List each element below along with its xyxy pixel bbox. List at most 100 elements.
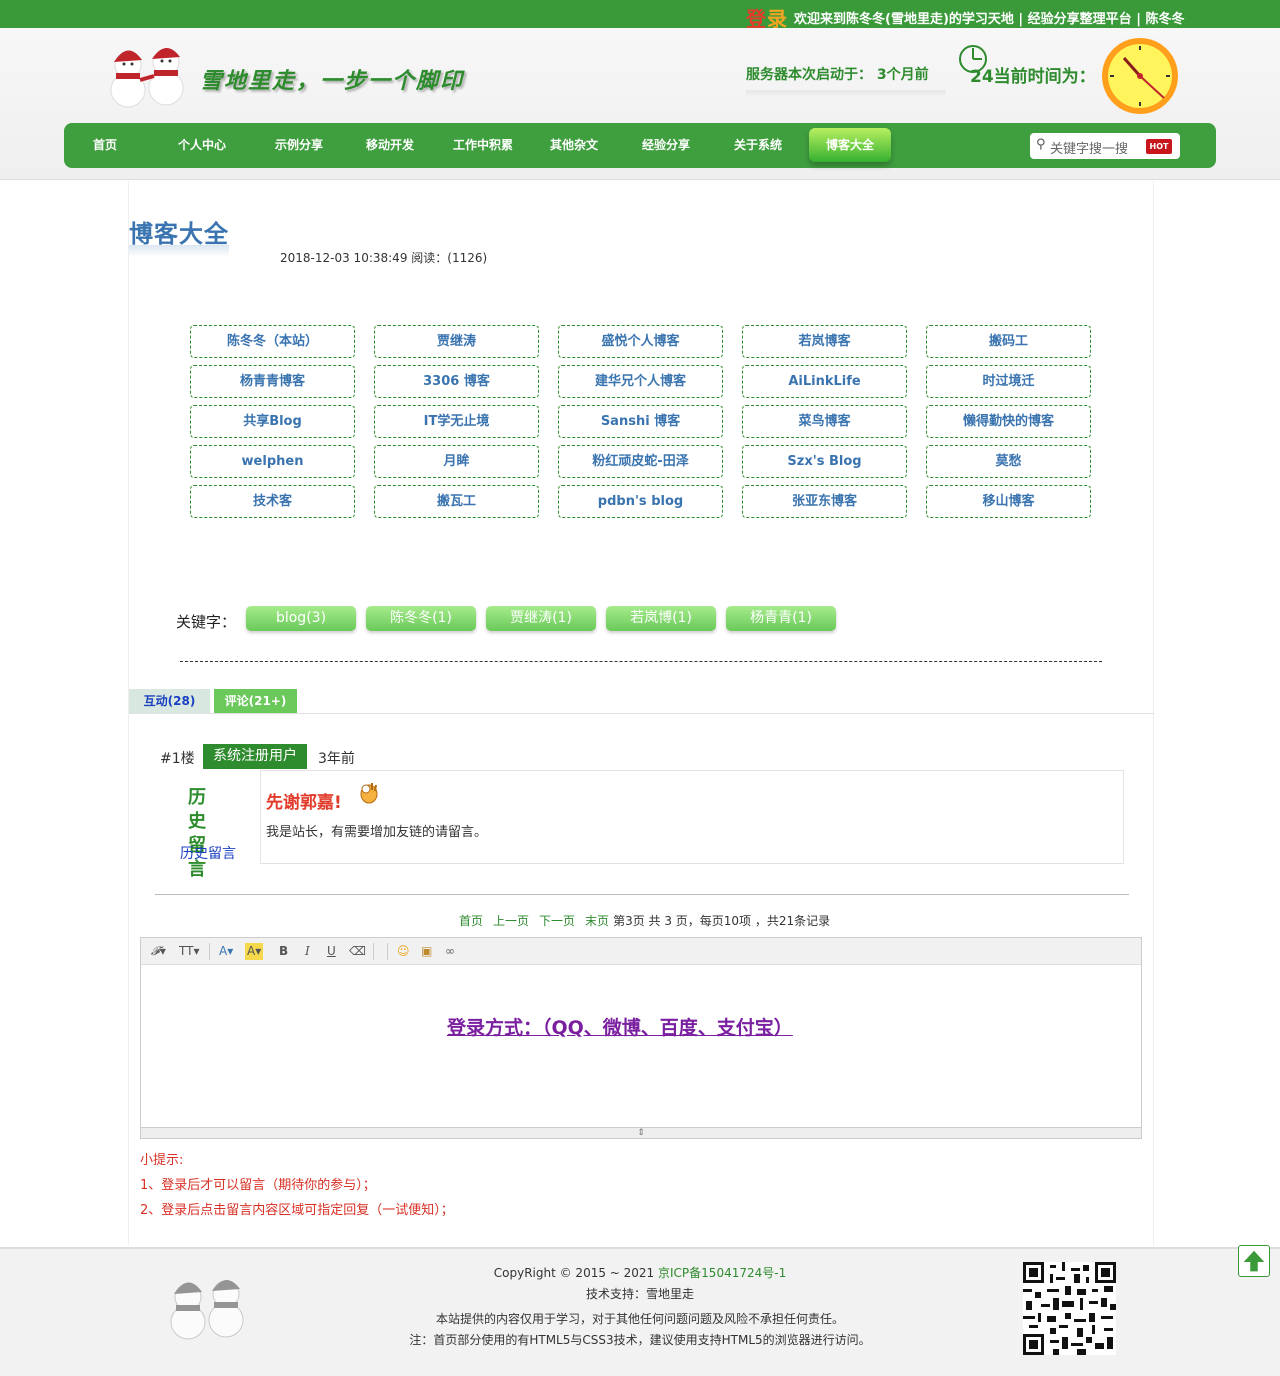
blog-link[interactable]: Sanshi 博客 [558,405,723,438]
blog-link[interactable]: 张亚东博客 [742,485,907,518]
blog-link[interactable]: 建华兄个人博客 [558,365,723,398]
toolbar-separator [387,943,388,960]
qr-code-icon [1023,1262,1116,1355]
article-meta: 2018-12-03 10:38:49 阅读：(1126) [280,251,488,265]
comment-box[interactable] [260,770,1124,864]
back-to-top-icon[interactable] [1238,1245,1270,1277]
emoji-icon[interactable]: ☺ [397,943,410,960]
avatar: 历史留言 [188,787,211,880]
blog-link[interactable]: welphen [190,445,355,478]
comment-title: 先谢郭嘉! [266,793,342,813]
link-icon[interactable]: ∞ [445,943,455,960]
blog-link[interactable]: 若岚博客 [742,325,907,358]
editor-content[interactable]: 登录方式：（QQ、微博、百度、支付宝） [141,965,1141,1127]
tab-interact[interactable]: 互动(28) [129,689,210,713]
keyword-tag[interactable]: 贾继涛(1) [486,606,596,631]
blog-link[interactable]: 技术客 [190,485,355,518]
tab-comments[interactable]: 评论(21+) [214,689,297,713]
title-reflection [129,245,229,257]
analog-clock-icon [1102,38,1178,114]
blog-link[interactable]: 粉红顽皮蛇-田泽 [558,445,723,478]
blog-link[interactable]: AiLinkLife [742,365,907,398]
highlight-icon[interactable]: A▾ [245,943,264,960]
image-icon[interactable]: ▣ [421,943,432,960]
search-icon: ⚲ [1036,137,1046,152]
blog-link[interactable]: IT学无止境 [374,405,539,438]
nav-mobile-dev[interactable]: 移动开发 [346,123,434,168]
keyword-tag[interactable]: 杨青青(1) [726,606,836,631]
search-box[interactable]: ⚲ 关键字搜一搜 HOT [1030,133,1180,159]
keyword-tag[interactable]: blog(3) [246,606,356,631]
hot-badge[interactable]: HOT [1146,139,1172,154]
page-first-link[interactable]: 首页 [459,914,483,928]
site-header: 雪地里走，一步一个脚印 服务器本次启动于： 3个月前 24当前时间为： 首页 个… [0,28,1280,180]
blog-link[interactable]: 搬瓦工 [374,485,539,518]
tips-title: 小提示: [140,1153,184,1168]
nav-work-notes[interactable]: 工作中积累 [438,123,528,168]
ok-hand-icon [360,783,378,804]
blog-link[interactable]: 搬码工 [926,325,1091,358]
comment-time: 3年前 [318,751,355,767]
blog-link[interactable]: 杨青青博客 [190,365,355,398]
page-next-link[interactable]: 下一页 [539,914,575,928]
nav-personal-center[interactable]: 个人中心 [156,123,248,168]
underline-icon[interactable]: U [327,943,336,960]
font-family-icon[interactable]: 𝓕▾ [151,943,166,960]
blog-link[interactable]: 菜鸟博客 [742,405,907,438]
comment-user-badge: 系统注册用户 [203,744,307,769]
nav-experience[interactable]: 经验分享 [622,123,710,168]
blog-link[interactable]: 陈冬冬（本站） [190,325,355,358]
welcome-text: 欢迎来到陈冬冬(雪地里走)的学习天地 | 经验分享整理平台 | 陈冬冬 [794,12,1185,27]
blog-link[interactable]: 月眸 [374,445,539,478]
tips: 小提示: 1、登录后才可以留言（期待你的参与）； 2、登录后点击留言内容区域可指… [140,1148,454,1223]
keyword-tag[interactable]: 若岚博(1) [606,606,716,631]
font-size-icon[interactable]: TT▾ [179,943,199,960]
history-messages-link[interactable]: 历史留言 [180,843,236,863]
divider [155,894,1129,895]
icp-link[interactable]: 京ICP备15041724号-1 [658,1266,786,1280]
editor-resize-handle[interactable]: ⇕ [141,1127,1141,1138]
blog-link[interactable]: 移山博客 [926,485,1091,518]
current-time-label: 24当前时间为： [970,67,1096,87]
eraser-icon[interactable]: ⌫ [349,943,366,960]
main-nav: 首页 个人中心 示例分享 移动开发 工作中积累 其他杂文 经验分享 关于系统 博… [64,123,1216,168]
login-methods-link[interactable]: 登录方式：（QQ、微博、百度、支付宝） [447,1013,793,1040]
blog-link[interactable]: 共享Blog [190,405,355,438]
nav-blogs[interactable]: 博客大全 [809,128,891,162]
blog-link[interactable]: 懒得勤快的博客 [926,405,1091,438]
font-color-icon[interactable]: A▾ [219,943,233,960]
comment-editor: 𝓕▾ TT▾ A▾ A▾ B I U ⌫ ☺ ▣ ∞ 登录方式：（QQ、微博、百… [140,937,1142,1139]
blog-link[interactable]: 3306 博客 [374,365,539,398]
snowman-logo-icon [110,47,184,108]
page-info: 第3页 共 3 页，每页10项 ，共21条记录 [613,914,831,928]
nav-about[interactable]: 关于系统 [714,123,802,168]
comment-body: 我是站长，有需要增加友链的请留言。 [266,825,488,840]
nav-examples[interactable]: 示例分享 [254,123,344,168]
search-input[interactable]: 关键字搜一搜 [1050,138,1128,157]
bold-icon[interactable]: B [279,943,288,960]
tips-line: 2、登录后点击留言内容区域可指定回复（一试便知）； [140,1203,454,1218]
toolbar-separator [209,943,210,960]
blog-link[interactable]: 盛悦个人博客 [558,325,723,358]
blog-link[interactable]: 时过境迁 [926,365,1091,398]
blog-link[interactable]: 贾继涛 [374,325,539,358]
nav-home[interactable]: 首页 [74,123,136,168]
tab-divider [129,713,1154,714]
blog-link[interactable]: 莫愁 [926,445,1091,478]
page-prev-link[interactable]: 上一页 [493,914,529,928]
nav-misc[interactable]: 其他杂文 [530,123,618,168]
editor-toolbar: 𝓕▾ TT▾ A▾ A▾ B I U ⌫ ☺ ▣ ∞ [141,938,1141,965]
toolbar-separator [373,943,374,960]
divider [180,661,1102,662]
site-slogan: 雪地里走，一步一个脚印 [200,68,465,94]
blog-link[interactable]: Szx's Blog [742,445,907,478]
server-start-time: 服务器本次启动于： 3个月前 [746,67,929,83]
pagination: 首页 上一页 下一页 末页 第3页 共 3 页，每页10项 ，共21条记录 [459,912,830,929]
italic-icon[interactable]: I [305,943,310,960]
server-start-reflection [746,90,946,98]
keywords-label: 关键字： [176,613,237,631]
page-last-link[interactable]: 末页 [585,914,609,928]
blog-link[interactable]: pdbn's blog [558,485,723,518]
keyword-tag[interactable]: 陈冬冬(1) [366,606,476,631]
page-title: 博客大全 [129,220,229,248]
